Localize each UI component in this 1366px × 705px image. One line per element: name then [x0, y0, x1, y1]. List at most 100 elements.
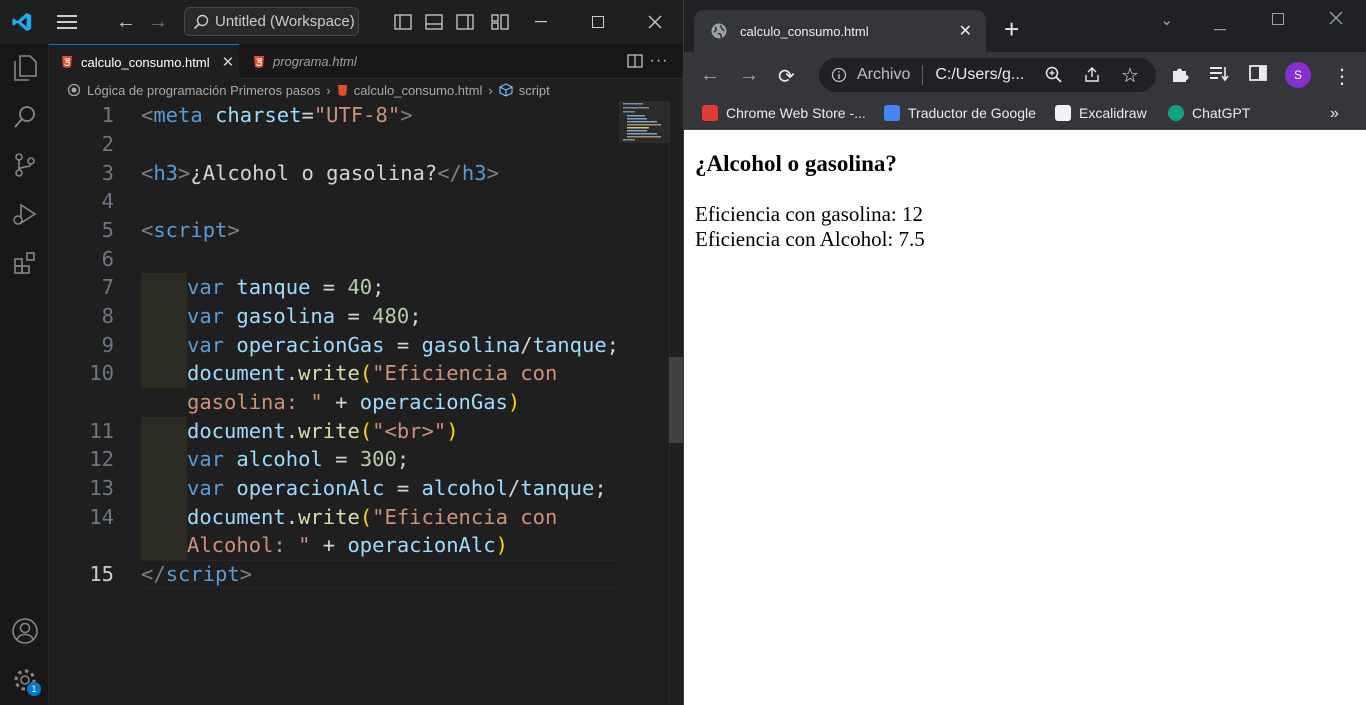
code-line: var operacionGas = gasolina/tanque; [187, 333, 620, 357]
share-icon[interactable] [1083, 66, 1101, 84]
bookmark-chatgpt[interactable]: ChatGPT [1168, 105, 1250, 121]
line-number: 10 [89, 361, 114, 385]
breadcrumb-folder[interactable]: Lógica de programación Primeros pasos [87, 83, 320, 98]
tab-close-icon[interactable]: ✕ [222, 53, 235, 71]
back-arrow-icon[interactable]: ← [700, 64, 720, 87]
address-bar[interactable]: Archivo C:/Users/g... ☆ [819, 58, 1156, 92]
menu-icon[interactable] [53, 8, 81, 36]
more-bookmarks-chevron-icon[interactable]: » [1330, 105, 1339, 123]
customize-layout-icon[interactable] [486, 8, 514, 36]
line-number: 12 [89, 447, 114, 471]
run-debug-icon[interactable] [9, 198, 41, 230]
code-line-wrap: Alcohol: " + operacionAlc) [187, 533, 508, 557]
line-number: 6 [101, 247, 114, 271]
bookmark-label: Chrome Web Store -... [726, 105, 866, 121]
explorer-icon[interactable] [9, 52, 41, 84]
bookmarks-bar: Chrome Web Store -... Traductor de Googl… [684, 98, 1366, 130]
code-line: document.write("Eficiencia con [187, 361, 558, 385]
symbol-cube-icon [499, 83, 513, 97]
bookmark-excalidraw[interactable]: Excalidraw [1055, 105, 1147, 121]
chatgpt-icon [1168, 105, 1184, 121]
forward-arrow-icon[interactable]: → [144, 8, 172, 36]
zoom-icon[interactable] [1045, 66, 1063, 84]
chrome-window: calculo_consumo.html ✕ + ⌄ ← → ⟳ Archivo… [684, 0, 1366, 705]
web-store-icon [702, 105, 718, 121]
chrome-toolbar: ← → ⟳ Archivo C:/Users/g... ☆ S ⋮ [684, 52, 1366, 98]
omnibox-separator [922, 65, 924, 85]
close-button[interactable] [626, 0, 683, 44]
activity-bar: 1 [0, 44, 49, 705]
chrome-menu-icon[interactable]: ⋮ [1332, 64, 1352, 89]
more-actions-icon[interactable]: ··· [645, 47, 673, 75]
source-control-icon[interactable] [9, 149, 41, 181]
close-button[interactable] [1329, 11, 1343, 30]
close-tab-icon[interactable]: ✕ [959, 21, 972, 41]
maximize-button[interactable] [569, 0, 626, 44]
extensions-puzzle-icon[interactable] [1170, 64, 1190, 89]
code-editor[interactable]: 1 2 3 4 5 6 7 8 9 10 11 12 13 14 15 <met… [49, 101, 684, 705]
tab-label: calculo_consumo.html [81, 54, 210, 70]
minimap[interactable] [619, 101, 675, 143]
search-icon[interactable] [9, 101, 41, 133]
chevron-right-icon: › [488, 82, 493, 98]
line-number: 13 [89, 476, 114, 500]
code-line: document.write("Eficiencia con [187, 505, 558, 529]
folder-circle-icon [67, 83, 81, 97]
command-center[interactable]: Untitled (Workspace) [184, 7, 359, 36]
minimap-preview [623, 103, 661, 141]
settings-gear-icon[interactable]: 1 [9, 664, 41, 696]
code-line: var tanque = 40; [187, 275, 385, 299]
extensions-icon[interactable] [9, 247, 41, 279]
breadcrumb: Lógica de programación Primeros pasos › … [49, 79, 684, 101]
line-number: 11 [89, 419, 114, 443]
scrollbar-thumb[interactable] [669, 357, 684, 443]
side-panel-icon[interactable] [1249, 64, 1267, 87]
bookmark-traductor[interactable]: Traductor de Google [884, 105, 1036, 121]
toggle-secondary-sidebar-icon[interactable] [451, 8, 479, 36]
minimize-button[interactable] [512, 0, 569, 44]
forward-arrow-icon[interactable]: → [739, 64, 759, 87]
chrome-tab-title: calculo_consumo.html [740, 23, 869, 39]
line-number: 1 [101, 103, 114, 127]
breadcrumb-symbol[interactable]: script [519, 83, 550, 98]
line-number: 8 [101, 304, 114, 328]
minimize-button[interactable] [1214, 18, 1226, 36]
editor-tabs: calculo_consumo.html ✕ programa.html ··· [49, 44, 684, 79]
chevron-right-icon: › [326, 82, 331, 98]
line-number: 4 [101, 189, 114, 213]
back-arrow-icon[interactable]: ← [112, 8, 140, 36]
toggle-sidebar-icon[interactable] [389, 8, 417, 36]
tab-calculo-consumo[interactable]: calculo_consumo.html ✕ [49, 44, 239, 79]
indent-highlight [141, 273, 187, 388]
reading-list-icon[interactable] [1209, 64, 1229, 87]
account-icon[interactable] [9, 615, 41, 647]
line-number: 14 [89, 505, 114, 529]
reload-icon[interactable]: ⟳ [778, 64, 795, 89]
excalidraw-icon [1055, 105, 1071, 121]
omnibox-url: C:/Users/g... [935, 66, 1025, 83]
code-line: var alcohol = 300; [187, 447, 410, 471]
omnibox-scheme-label: Archivo [857, 66, 911, 83]
chrome-tab[interactable]: calculo_consumo.html ✕ [694, 10, 986, 52]
bookmark-chrome-web-store[interactable]: Chrome Web Store -... [702, 105, 866, 121]
new-tab-button[interactable]: + [1004, 14, 1019, 45]
code-line: var gasolina = 480; [187, 304, 422, 328]
maximize-button[interactable] [1272, 12, 1284, 30]
tab-programa[interactable]: programa.html [241, 44, 389, 79]
settings-badge: 1 [27, 682, 41, 696]
breadcrumb-file[interactable]: calculo_consumo.html [354, 83, 483, 98]
line-number: 9 [101, 333, 114, 357]
command-center-label: Untitled (Workspace) [215, 13, 355, 30]
code-line: <h3>¿Alcohol o gasolina?</h3> [141, 161, 499, 185]
chrome-tab-strip: calculo_consumo.html ✕ + ⌄ [684, 0, 1366, 52]
page-heading: ¿Alcohol o gasolina? [695, 151, 897, 176]
line-number: 15 [89, 562, 114, 586]
output-line-gasolina: Eficiencia con gasolina: 12 [695, 202, 923, 226]
profile-avatar[interactable]: S [1285, 62, 1311, 88]
bookmark-label: Traductor de Google [908, 105, 1036, 121]
tab-search-chevron-icon[interactable]: ⌄ [1160, 10, 1173, 30]
toggle-panel-icon[interactable] [420, 8, 448, 36]
search-icon [193, 14, 209, 29]
bookmark-star-icon[interactable]: ☆ [1121, 63, 1139, 88]
line-number: 7 [101, 275, 114, 299]
